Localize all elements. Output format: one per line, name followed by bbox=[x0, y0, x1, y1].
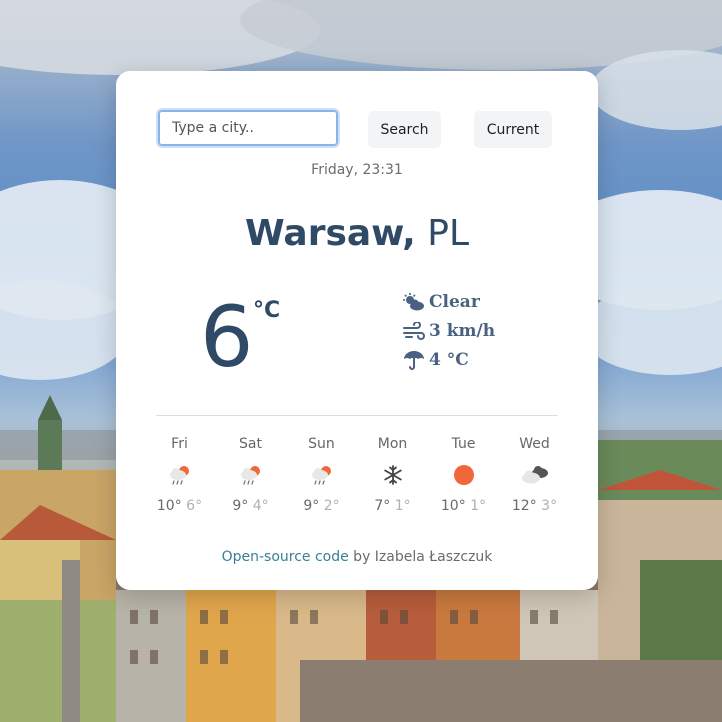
forecast-min: 6° bbox=[186, 498, 203, 514]
forecast-max: 7° bbox=[374, 498, 391, 514]
forecast-day: Sat 9° 4° bbox=[215, 433, 286, 517]
forecast-temps: 10° 6° bbox=[144, 495, 215, 517]
forecast-min: 1° bbox=[470, 498, 487, 514]
weather-card: Search Current Friday, 23:31 Warsaw, PL … bbox=[116, 71, 598, 590]
author-credit: by Izabela Łaszczuk bbox=[348, 549, 493, 565]
country-code: PL bbox=[427, 213, 470, 254]
forecast-max: 9° bbox=[303, 498, 320, 514]
current-location-button[interactable]: Current bbox=[474, 111, 552, 148]
city-search-input[interactable] bbox=[156, 108, 340, 148]
forecast-max: 9° bbox=[232, 498, 249, 514]
wind-speed: 3 km/h bbox=[429, 320, 496, 341]
forecast-temps: 12° 3° bbox=[499, 495, 570, 517]
date-time: Friday, 23:31 bbox=[311, 162, 403, 178]
city-name: Warsaw, bbox=[244, 213, 416, 254]
forecast-min: 3° bbox=[541, 498, 558, 514]
forecast-day: Sun 9° 2° bbox=[286, 433, 357, 517]
temperature-unit: °C bbox=[253, 298, 281, 323]
forecast-temps: 10° 1° bbox=[428, 495, 499, 517]
forecast-max: 10° bbox=[440, 498, 466, 514]
forecast-day-name: Fri bbox=[171, 436, 188, 452]
forecast-min: 1° bbox=[394, 498, 411, 514]
location-heading: Warsaw, PL bbox=[116, 209, 598, 259]
current-details: Clear 3 km/h 4 °C bbox=[403, 287, 495, 374]
forecast-temps: 9° 4° bbox=[215, 495, 286, 517]
forecast-row: Fri 10° 6° Sat 9° 4° Sun 9° 2° Mon 7° 1°… bbox=[144, 433, 570, 517]
sun-icon bbox=[428, 455, 499, 495]
current-temperature: 6 bbox=[200, 288, 254, 386]
forecast-day: Wed 12° 3° bbox=[499, 433, 570, 517]
forecast-day: Tue 10° 1° bbox=[428, 433, 499, 517]
forecast-day: Mon 7° 1° bbox=[357, 433, 428, 517]
wind-icon bbox=[403, 321, 425, 341]
forecast-max: 12° bbox=[511, 498, 537, 514]
forecast-day-name: Tue bbox=[451, 436, 476, 452]
forecast-day-name: Mon bbox=[377, 436, 408, 452]
source-code-link[interactable]: Open-source code bbox=[222, 549, 349, 565]
forecast-day-name: Sat bbox=[239, 436, 262, 452]
search-button[interactable]: Search bbox=[368, 111, 441, 148]
forecast-min: 4° bbox=[252, 498, 269, 514]
forecast-min: 2° bbox=[323, 498, 340, 514]
divider bbox=[156, 415, 558, 416]
forecast-day: Fri 10° 6° bbox=[144, 433, 215, 517]
partly-cloudy-icon bbox=[403, 292, 425, 312]
footer: Open-source code by Izabela Łaszczuk bbox=[116, 549, 598, 565]
rain-sun-icon bbox=[215, 455, 286, 495]
forecast-max: 10° bbox=[156, 498, 182, 514]
precipitation-value: 4 °C bbox=[429, 349, 469, 370]
forecast-day-name: Wed bbox=[519, 436, 550, 452]
forecast-temps: 7° 1° bbox=[357, 495, 428, 517]
forecast-day-name: Sun bbox=[308, 436, 335, 452]
snowflake-icon bbox=[357, 455, 428, 495]
rain-sun-icon bbox=[144, 455, 215, 495]
detail-wind: 3 km/h bbox=[403, 316, 495, 345]
weather-description: Clear bbox=[429, 291, 480, 312]
clouds-icon bbox=[499, 455, 570, 495]
detail-precipitation: 4 °C bbox=[403, 345, 495, 374]
umbrella-icon bbox=[403, 350, 425, 370]
rain-sun-icon bbox=[286, 455, 357, 495]
detail-description: Clear bbox=[403, 287, 495, 316]
forecast-temps: 9° 2° bbox=[286, 495, 357, 517]
